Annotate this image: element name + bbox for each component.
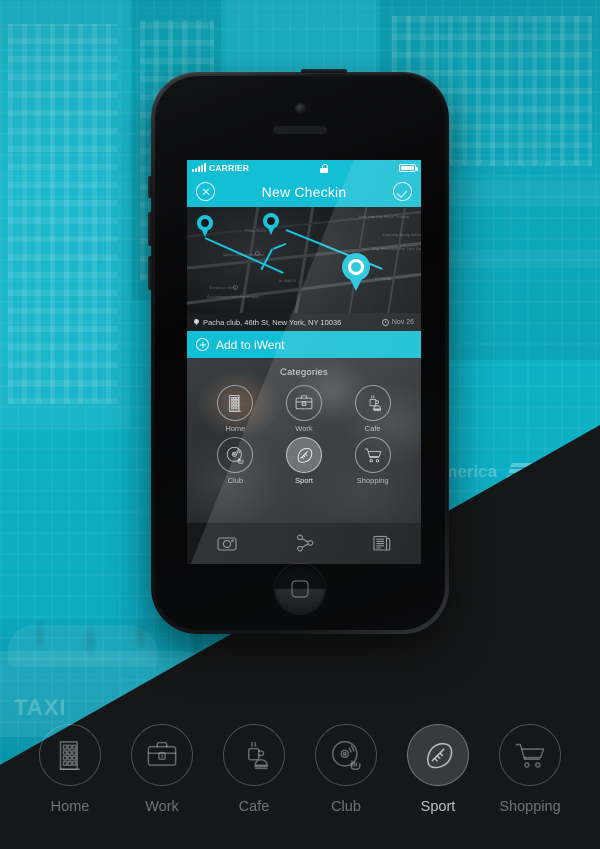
status-bar: CARRIER (187, 160, 421, 176)
dock-item-sport[interactable]: Sport (392, 723, 484, 815)
building-icon (39, 723, 101, 786)
map-pin-active[interactable] (342, 253, 370, 291)
location-bar: Pacha club, 46th St, New York, NY 10036 … (187, 313, 421, 331)
dock-item-home[interactable]: Home (24, 723, 116, 815)
map-label: Learning Spring School (383, 233, 421, 237)
football-icon (285, 437, 322, 473)
add-to-iwent-button[interactable]: Add to iWent (187, 331, 421, 358)
phone-screen: CARRIER New Checkin Purdy Studio Sarton … (187, 160, 421, 564)
map-label: E 13th St (375, 277, 391, 281)
map-road (382, 207, 406, 313)
category-dock: Home Work Cafe Club Sport Shopping (0, 689, 600, 849)
volume-down-button[interactable] (148, 256, 152, 290)
coffee-burger-icon (354, 385, 391, 421)
category-item-club[interactable]: Club (201, 437, 270, 485)
power-button[interactable] (301, 69, 347, 73)
check-circle-icon[interactable] (393, 182, 412, 201)
building-windows (8, 24, 118, 404)
lock-icon (320, 163, 329, 173)
date-info: Nov 26 (381, 318, 414, 326)
vinyl-record-icon (315, 723, 377, 786)
tab-bar (187, 522, 421, 562)
dock-label: Cafe (238, 798, 270, 815)
home-square-icon (291, 580, 309, 598)
map-label: New York City Police Training (359, 215, 409, 219)
map-poi-badge (233, 285, 238, 290)
home-button[interactable] (275, 564, 325, 614)
route-line (272, 242, 287, 250)
map-label: W 46th St (279, 279, 296, 283)
map-label: Sol Anthony's Monument Sales (207, 295, 260, 299)
category-label: Home (225, 424, 246, 433)
add-to-iwent-label: Add to iWent (216, 337, 285, 352)
briefcase-icon (131, 723, 193, 786)
clock-icon (381, 318, 389, 326)
categories-title: Categories (280, 367, 328, 378)
dock-label: Work (145, 798, 179, 815)
location-address: Pacha club, 46th St, New York, NY 10036 (203, 317, 342, 327)
cart-icon (499, 723, 561, 786)
front-camera-icon (296, 104, 305, 113)
dock-label: Sport (420, 798, 456, 815)
dock-item-shopping[interactable]: Shopping (484, 723, 576, 815)
volume-up-button[interactable] (148, 212, 152, 246)
page-title: New Checkin (261, 183, 347, 200)
silent-switch[interactable] (148, 176, 152, 198)
category-label: Club (227, 476, 244, 485)
map-poi-badge (255, 251, 260, 256)
dock-label: Home (50, 798, 90, 815)
building-icon (217, 385, 254, 421)
dock-item-cafe[interactable]: Cafe (208, 723, 300, 815)
dock-label: Club (331, 798, 361, 815)
signal-bars-icon (192, 163, 206, 172)
map-pin[interactable] (197, 215, 213, 237)
categories-grid: Home Work Cafe Club Sport Shopping (187, 378, 421, 485)
phone-body: CARRIER New Checkin Purdy Studio Sarton … (155, 76, 445, 630)
share-nodes-icon[interactable] (296, 534, 314, 552)
carrier-label: CARRIER (209, 163, 250, 173)
coffee-burger-icon (223, 723, 285, 786)
close-circle-icon[interactable] (196, 182, 215, 201)
checkin-date: Nov 26 (391, 318, 414, 326)
dock-label: Shopping (499, 798, 561, 815)
nav-bar: New Checkin (187, 176, 421, 207)
camera-icon[interactable] (217, 535, 237, 551)
earpiece-speaker (273, 126, 327, 133)
battery-icon (399, 164, 418, 172)
category-item-home[interactable]: Home (201, 385, 270, 433)
status-bar-left: CARRIER (192, 163, 249, 173)
category-item-shopping[interactable]: Shopping (338, 437, 407, 485)
categories-panel: Categories Home Work Cafe Club Sport Shopping (187, 358, 421, 522)
dock-item-work[interactable]: Work (116, 723, 208, 815)
map-pin[interactable] (263, 213, 279, 235)
category-label: Work (295, 424, 313, 433)
map-label: Roy Hirschfeld Plot Joint Classroom (373, 247, 421, 251)
location-info: Pacha club, 46th St, New York, NY 10036 (194, 318, 341, 327)
category-label: Sport (295, 476, 313, 485)
news-list-icon[interactable] (373, 534, 391, 552)
football-icon (407, 723, 469, 786)
briefcase-icon (285, 385, 322, 421)
location-pin-icon (194, 318, 199, 326)
map-view[interactable]: Purdy Studio Sarton Boys Choral Hall She… (187, 207, 421, 313)
vinyl-record-icon (217, 437, 254, 473)
category-item-work[interactable]: Work (270, 385, 339, 433)
category-label: Shopping (356, 476, 389, 485)
category-item-sport[interactable]: Sport (270, 437, 339, 485)
phone-device: CARRIER New Checkin Purdy Studio Sarton … (148, 69, 449, 634)
category-item-cafe[interactable]: Cafe (338, 385, 407, 433)
cart-icon (354, 437, 391, 473)
dock-item-club[interactable]: Club (300, 723, 392, 815)
category-label: Cafe (364, 424, 381, 433)
plus-circle-icon (196, 338, 209, 351)
